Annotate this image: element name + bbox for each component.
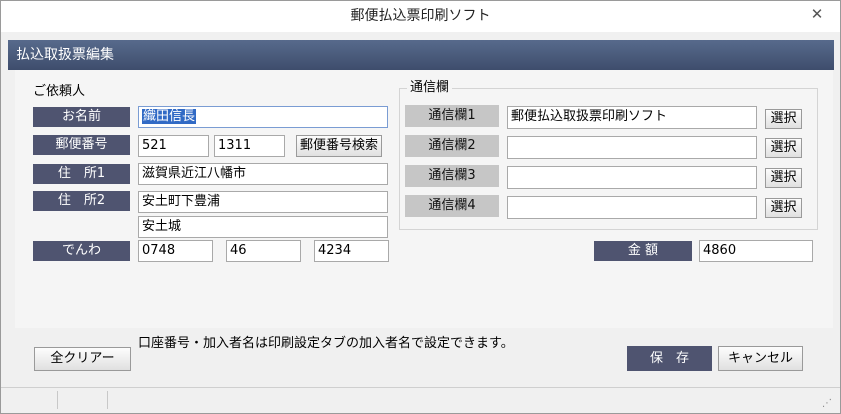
message4-input[interactable] bbox=[507, 196, 757, 219]
message-group-label: 通信欄 bbox=[407, 76, 453, 95]
phone-part2-input[interactable]: 46 bbox=[226, 240, 301, 262]
name-label: お名前 bbox=[33, 107, 130, 127]
phone-part1-input[interactable]: 0748 bbox=[138, 240, 213, 262]
postal-code-part2-input[interactable]: 1311 bbox=[214, 135, 285, 157]
postal-code-label: 郵便番号 bbox=[33, 135, 130, 155]
name-input[interactable]: 織田信長 bbox=[138, 106, 388, 128]
resize-grip-icon[interactable]: ⋰ bbox=[822, 398, 836, 410]
message2-label: 通信欄2 bbox=[405, 135, 499, 157]
message3-select-button[interactable]: 選択 bbox=[765, 168, 802, 188]
message1-input[interactable]: 郵便払込取扱票印刷ソフト bbox=[507, 106, 757, 129]
message2-select-button[interactable]: 選択 bbox=[765, 138, 802, 158]
address2-label: 住 所2 bbox=[33, 191, 130, 211]
phone-part3-input[interactable]: 4234 bbox=[314, 240, 389, 262]
address1-label: 住 所1 bbox=[33, 164, 130, 184]
name-value: 織田信長 bbox=[142, 109, 197, 124]
address1-input[interactable]: 滋賀県近江八幡市 bbox=[138, 163, 388, 185]
postal-code-part1-input[interactable]: 521 bbox=[138, 135, 209, 157]
message2-input[interactable] bbox=[507, 136, 757, 159]
cancel-button[interactable]: キャンセル bbox=[718, 346, 803, 371]
message3-input[interactable] bbox=[507, 166, 757, 189]
form-header: 払込取扱票編集 bbox=[8, 40, 834, 70]
message4-select-button[interactable]: 選択 bbox=[765, 198, 802, 218]
message4-label: 通信欄4 bbox=[405, 195, 499, 217]
amount-input[interactable]: 4860 bbox=[699, 240, 813, 262]
amount-label: 金 額 bbox=[594, 241, 692, 261]
message1-select-button[interactable]: 選択 bbox=[765, 109, 802, 129]
message1-label: 通信欄1 bbox=[405, 105, 499, 127]
address2-line2-input[interactable]: 安土城 bbox=[138, 216, 388, 238]
window-title: 郵便払込票印刷ソフト bbox=[1, 1, 840, 32]
close-icon[interactable]: ✕ bbox=[804, 4, 830, 24]
clear-all-button[interactable]: 全クリアー bbox=[34, 347, 131, 371]
account-note: 口座番号・加入者名は印刷設定タブの加入者名で設定できます。 bbox=[138, 336, 514, 351]
status-bar-divider bbox=[107, 391, 108, 409]
requester-section-label: ご依頼人 bbox=[33, 84, 86, 99]
address2-input[interactable]: 安土町下豊浦 bbox=[138, 191, 388, 213]
status-bar bbox=[1, 387, 840, 413]
phone-label: でんわ bbox=[33, 241, 130, 261]
status-bar-divider bbox=[57, 391, 58, 409]
postal-code-search-button[interactable]: 郵便番号検索 bbox=[296, 135, 382, 157]
save-button[interactable]: 保 存 bbox=[627, 346, 712, 371]
message3-label: 通信欄3 bbox=[405, 165, 499, 187]
